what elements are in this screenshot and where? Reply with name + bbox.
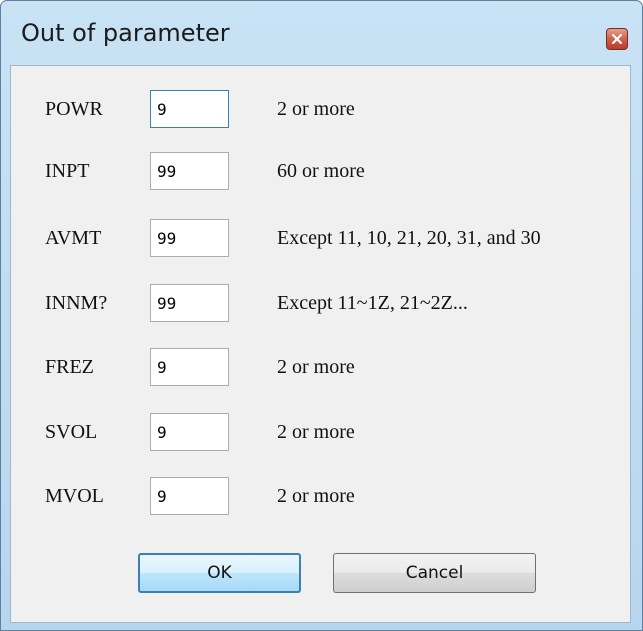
param-label: SVOL xyxy=(45,421,98,443)
param-label: INNM? xyxy=(45,292,108,314)
param-row-svol: SVOL 2 or more xyxy=(11,413,630,453)
param-description: Except 11~1Z, 21~2Z... xyxy=(277,292,468,314)
dialog-window: Out of parameter POWR 2 or more INPT 60 … xyxy=(0,0,643,631)
title-bar[interactable]: Out of parameter xyxy=(1,1,642,65)
param-input[interactable] xyxy=(150,284,229,322)
param-label: MVOL xyxy=(45,485,104,507)
window-title: Out of parameter xyxy=(21,19,230,47)
param-label: AVMT xyxy=(45,227,102,249)
param-input[interactable] xyxy=(150,348,229,386)
param-input[interactable] xyxy=(150,477,229,515)
ok-button[interactable]: OK xyxy=(138,553,301,593)
param-description: Except 11, 10, 21, 20, 31, and 30 xyxy=(277,227,541,249)
param-row-inpt: INPT 60 or more xyxy=(11,152,630,192)
param-description: 2 or more xyxy=(277,98,355,120)
param-description: 2 or more xyxy=(277,356,355,378)
param-description: 60 or more xyxy=(277,160,365,182)
param-row-innm: INNM? Except 11~1Z, 21~2Z... xyxy=(11,284,630,324)
param-row-mvol: MVOL 2 or more xyxy=(11,477,630,517)
param-description: 2 or more xyxy=(277,485,355,507)
param-label: INPT xyxy=(45,160,90,182)
param-row-frez: FREZ 2 or more xyxy=(11,348,630,388)
param-description: 2 or more xyxy=(277,421,355,443)
close-button[interactable] xyxy=(606,28,628,50)
param-input[interactable] xyxy=(150,90,229,128)
cancel-button[interactable]: Cancel xyxy=(333,553,536,593)
param-input[interactable] xyxy=(150,219,229,257)
param-row-powr: POWR 2 or more xyxy=(11,90,630,130)
dialog-content: POWR 2 or more INPT 60 or more AVMT Exce… xyxy=(10,65,631,623)
param-label: FREZ xyxy=(45,356,94,378)
param-input[interactable] xyxy=(150,413,229,451)
param-label: POWR xyxy=(45,98,103,120)
param-row-avmt: AVMT Except 11, 10, 21, 20, 31, and 30 xyxy=(11,219,630,259)
close-icon xyxy=(612,34,622,44)
param-input[interactable] xyxy=(150,152,229,190)
